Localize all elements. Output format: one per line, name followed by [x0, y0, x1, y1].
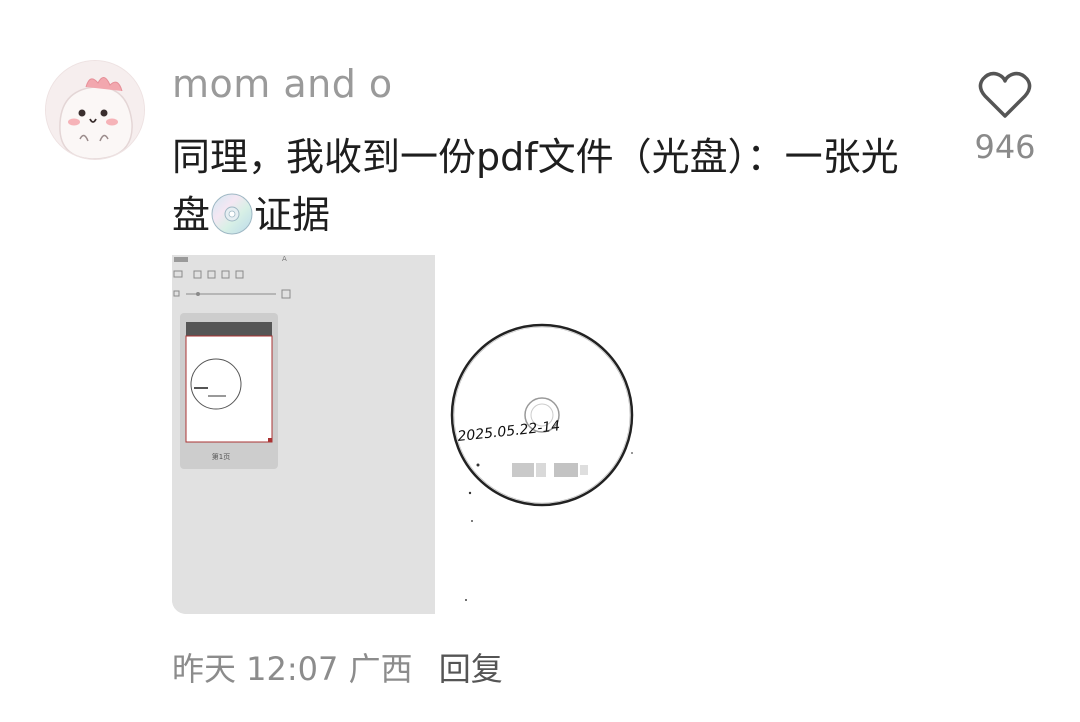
like-count: 946 — [974, 128, 1036, 166]
comment-location: 广西 — [348, 650, 413, 688]
username[interactable]: mom and o — [172, 62, 393, 106]
svg-text:A: A — [282, 255, 287, 263]
reply-button[interactable]: 回复 — [439, 650, 503, 688]
heart-icon — [978, 71, 1032, 118]
disc-photo[interactable]: 2025.05.22-14 — [442, 255, 672, 614]
attached-images: A 第1页 2025.05.22-14 — [172, 255, 672, 615]
avatar[interactable] — [45, 60, 145, 160]
disc-image: 2025.05.22-14 — [442, 255, 672, 614]
viewer-page-label: 第1页 — [212, 452, 230, 461]
like-button[interactable]: 946 — [960, 70, 1050, 166]
comment-time: 昨天 12:07 — [172, 650, 339, 688]
comment-text-line2: 证据 — [254, 193, 331, 237]
comment-footer: 昨天 12:07 广西 回复 — [172, 644, 503, 690]
pdf-viewer-image: A 第1页 — [172, 255, 435, 614]
comment-item: mom and o 同理，我收到一份pdf文件（光盘）：一张光盘 证据 946 … — [0, 0, 1080, 722]
pdf-viewer-screenshot[interactable]: A 第1页 — [172, 255, 435, 614]
disc-icon — [210, 192, 254, 236]
avatar-image — [46, 61, 144, 159]
comment-text: 同理，我收到一份pdf文件（光盘）：一张光盘 证据 — [172, 128, 932, 244]
